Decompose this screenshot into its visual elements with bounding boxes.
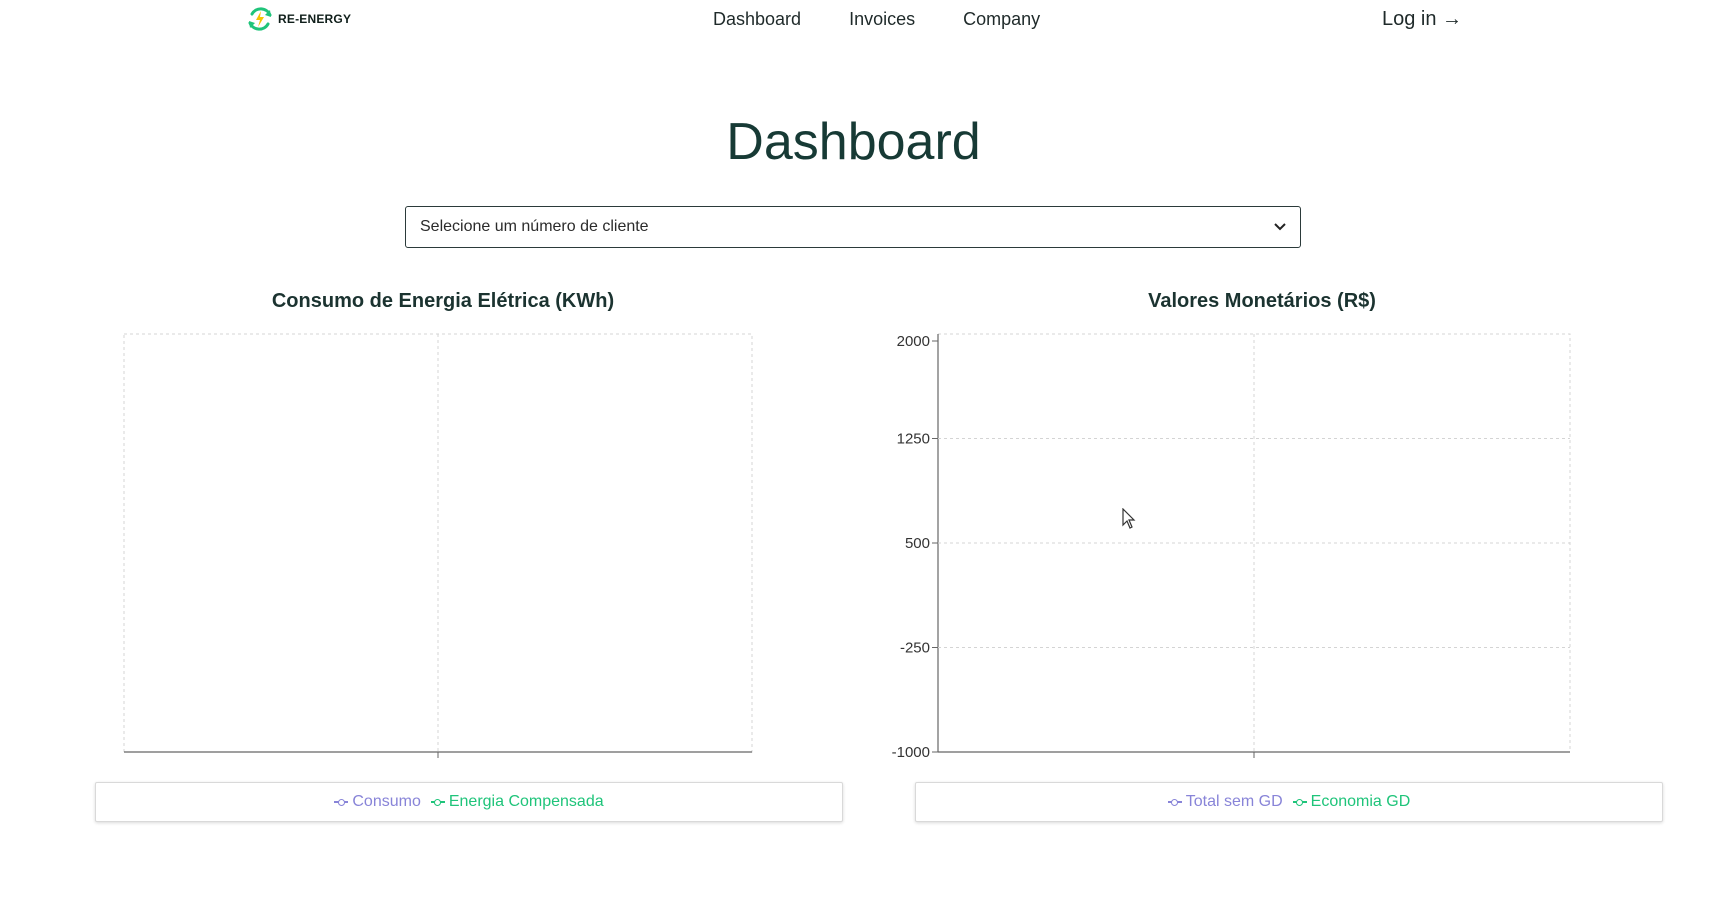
recycle-energy-icon <box>248 7 272 31</box>
login-link[interactable]: Log in → <box>1382 8 1462 31</box>
y-tick-label: -250 <box>900 640 930 657</box>
y-tick-label: 2000 <box>897 333 930 350</box>
line-marker-icon <box>1292 797 1307 807</box>
chevron-down-icon <box>1274 220 1286 234</box>
top-navbar: RE-ENERGY Dashboard Invoices Company Log… <box>0 0 1720 40</box>
legend-label-economia-gd: Economia GD <box>1310 793 1411 810</box>
legend-label-total-sem-gd: Total sem GD <box>1185 793 1283 810</box>
y-tick-label: 1250 <box>897 431 930 448</box>
y-tick-label: -1000 <box>892 744 930 761</box>
nav-company[interactable]: Company <box>963 9 1040 30</box>
legend-item-energia-compensada[interactable]: Energia Compensada <box>430 793 604 811</box>
legend-item-economia-gd[interactable]: Economia GD <box>1292 793 1411 811</box>
legend-item-consumo[interactable]: Consumo <box>334 793 421 811</box>
client-select[interactable]: Selecione um número de cliente <box>405 206 1301 248</box>
line-marker-icon <box>430 797 445 807</box>
line-marker-icon <box>334 797 349 807</box>
brand-logo[interactable]: RE-ENERGY <box>246 5 351 33</box>
nav-invoices[interactable]: Invoices <box>849 9 915 30</box>
chart-title-valores: Valores Monetários (R$) <box>1148 290 1376 312</box>
client-select-box[interactable]: Selecione um número de cliente <box>405 206 1301 248</box>
chart-consumo <box>123 333 753 758</box>
line-marker-icon <box>1167 797 1182 807</box>
nav-dashboard[interactable]: Dashboard <box>713 9 801 30</box>
y-tick-label: 500 <box>905 535 930 552</box>
brand-name: RE-ENERGY <box>278 12 352 26</box>
page-title: Dashboard <box>726 113 981 171</box>
legend-item-total-sem-gd[interactable]: Total sem GD <box>1167 793 1283 811</box>
main-nav: Dashboard Invoices Company <box>713 9 1040 30</box>
legend-label-energia-compensada: Energia Compensada <box>448 793 604 810</box>
legend-valores: Total sem GD Economia GD <box>915 782 1663 822</box>
chart-valores: 2000 1250 500 -250 -1000 <box>892 333 1571 761</box>
legend-label-consumo: Consumo <box>352 793 421 810</box>
chart-title-consumo: Consumo de Energia Elétrica (KWh) <box>271 290 615 312</box>
legend-consumo: Consumo Energia Compensada <box>95 782 843 822</box>
client-select-value: Selecione um número de cliente <box>420 218 649 235</box>
mouse-cursor-icon <box>1122 508 1136 529</box>
